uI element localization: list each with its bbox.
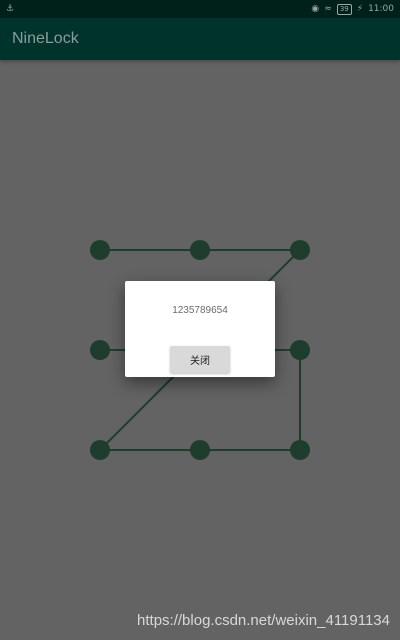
lock-node-8[interactable] <box>190 440 210 460</box>
usb-icon: ⚓ <box>6 4 15 14</box>
app-bar: NineLock <box>0 18 400 60</box>
lock-node-4[interactable] <box>90 340 110 360</box>
lock-node-2[interactable] <box>190 240 210 260</box>
result-dialog: 1235789654 关闭 <box>125 281 275 377</box>
lock-node-9[interactable] <box>290 440 310 460</box>
charging-icon: ⚡ <box>356 4 364 14</box>
status-bar: ⚓ ◉ ≈ 39 ⚡ 11:00 <box>0 0 400 18</box>
lock-node-7[interactable] <box>90 440 110 460</box>
lock-node-1[interactable] <box>90 240 110 260</box>
app-title: NineLock <box>12 30 79 47</box>
dialog-message: 1235789654 <box>172 305 228 316</box>
wifi-icon: ≈ <box>324 4 332 14</box>
close-button[interactable]: 关闭 <box>170 346 230 373</box>
status-icons: ◉ ≈ 39 ⚡ 11:00 <box>311 3 394 15</box>
battery-icon: 39 <box>336 3 352 15</box>
watermark: https://blog.csdn.net/weixin_41191134 <box>137 612 390 629</box>
eye-icon: ◉ <box>311 4 320 14</box>
status-time: 11:00 <box>368 4 394 14</box>
lock-node-3[interactable] <box>290 240 310 260</box>
lock-node-6[interactable] <box>290 340 310 360</box>
